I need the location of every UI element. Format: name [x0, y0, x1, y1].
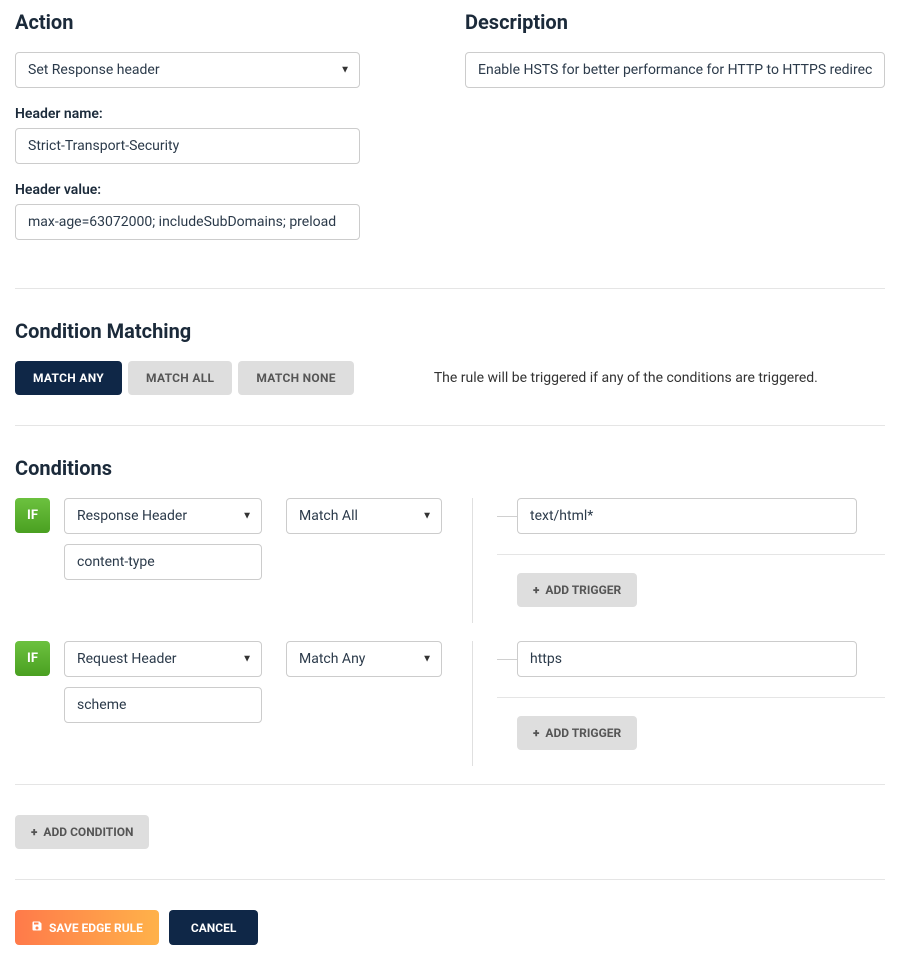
header-name-input[interactable] [15, 128, 360, 164]
trigger-connector-line [497, 516, 517, 517]
if-badge: IF [15, 641, 50, 676]
description-title: Description [465, 10, 885, 34]
cancel-button[interactable]: CANCEL [169, 910, 258, 945]
add-trigger-button[interactable]: + ADD TRIGGER [517, 716, 637, 750]
condition-subject-select[interactable]: Response Header [64, 498, 262, 534]
plus-icon: + [31, 825, 37, 839]
description-group [465, 52, 885, 88]
match-select-wrap: Match Any ▼ [286, 641, 442, 677]
action-select-wrap: Set Response header ▼ [15, 52, 360, 88]
condition-matching-desc: The rule will be triggered if any of the… [434, 370, 818, 386]
action-description-row: Action Set Response header ▼ Header name… [15, 10, 885, 258]
description-column: Description [465, 10, 885, 258]
trigger-connector-line [497, 659, 517, 660]
condition-row: IF Response Header ▼ Match All ▼ [15, 498, 885, 623]
vertical-divider [472, 498, 473, 623]
add-condition-label: ADD CONDITION [43, 825, 133, 839]
divider [15, 288, 885, 289]
trigger-value-input[interactable] [517, 641, 857, 677]
header-name-label: Header name: [15, 106, 360, 122]
match-select-wrap: Match All ▼ [286, 498, 442, 534]
plus-icon: + [533, 583, 539, 597]
condition-right: + ADD TRIGGER [497, 498, 885, 623]
header-value-label: Header value: [15, 182, 360, 198]
match-all-button[interactable]: MATCH ALL [128, 361, 232, 395]
add-trigger-wrap: + ADD TRIGGER [497, 716, 885, 750]
match-toggle-group: MATCH ANY MATCH ALL MATCH NONE [15, 361, 354, 395]
condition-param-input[interactable] [64, 544, 262, 580]
add-trigger-label: ADD TRIGGER [545, 726, 621, 740]
header-value-group: Header value: [15, 182, 360, 240]
conditions-title: Conditions [15, 456, 885, 480]
action-column: Action Set Response header ▼ Header name… [15, 10, 435, 258]
match-any-button[interactable]: MATCH ANY [15, 361, 122, 395]
add-trigger-label: ADD TRIGGER [545, 583, 621, 597]
divider [497, 554, 885, 555]
divider [15, 425, 885, 426]
action-select-group: Set Response header ▼ [15, 52, 360, 88]
add-trigger-button[interactable]: + ADD TRIGGER [517, 573, 637, 607]
if-badge: IF [15, 498, 50, 533]
add-trigger-wrap: + ADD TRIGGER [497, 573, 885, 607]
divider [497, 697, 885, 698]
condition-matching-title: Condition Matching [15, 319, 885, 343]
condition-match-select[interactable]: Match All [286, 498, 442, 534]
condition-row: IF Request Header ▼ Match Any ▼ [15, 641, 885, 766]
divider [15, 784, 885, 785]
condition-right: + ADD TRIGGER [497, 641, 885, 766]
action-title: Action [15, 10, 435, 34]
condition-param-input[interactable] [64, 687, 262, 723]
vertical-divider [472, 641, 473, 766]
condition-left: Response Header ▼ Match All ▼ [64, 498, 444, 623]
description-input[interactable] [465, 52, 885, 88]
condition-selects-row: Response Header ▼ Match All ▼ [64, 498, 444, 534]
condition-selects-row: Request Header ▼ Match Any ▼ [64, 641, 444, 677]
condition-subject-select[interactable]: Request Header [64, 641, 262, 677]
save-edge-rule-button[interactable]: SAVE EDGE RULE [15, 910, 159, 945]
action-select[interactable]: Set Response header [15, 52, 360, 88]
match-none-button[interactable]: MATCH NONE [238, 361, 354, 395]
plus-icon: + [533, 726, 539, 740]
condition-left: Request Header ▼ Match Any ▼ [64, 641, 444, 766]
divider [15, 879, 885, 880]
footer-buttons: SAVE EDGE RULE CANCEL [15, 910, 885, 945]
add-condition-button[interactable]: + ADD CONDITION [15, 815, 149, 849]
subject-select-wrap: Response Header ▼ [64, 498, 262, 534]
save-icon [31, 920, 43, 935]
save-label: SAVE EDGE RULE [49, 921, 143, 935]
trigger-value-input[interactable] [517, 498, 857, 534]
condition-match-select[interactable]: Match Any [286, 641, 442, 677]
header-value-input[interactable] [15, 204, 360, 240]
trigger-row [497, 498, 885, 534]
header-name-group: Header name: [15, 106, 360, 164]
condition-matching-row: MATCH ANY MATCH ALL MATCH NONE The rule … [15, 361, 885, 395]
trigger-row [497, 641, 885, 677]
subject-select-wrap: Request Header ▼ [64, 641, 262, 677]
